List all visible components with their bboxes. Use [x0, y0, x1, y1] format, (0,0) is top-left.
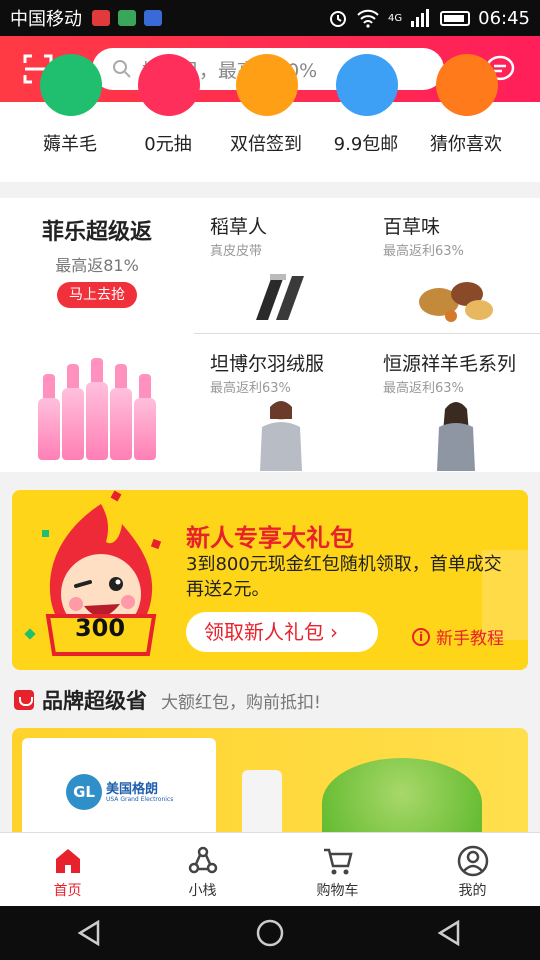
- entry-label: 薅羊毛: [43, 134, 97, 155]
- back-triangle-icon: [437, 919, 460, 947]
- brand-promo-card[interactable]: GL 美国格朗 USA Grand Electronics: [12, 728, 528, 834]
- section-header: 品牌超级省 大额红包，购前抵扣!: [0, 680, 540, 720]
- brand-cell-title: 稻草人: [210, 216, 268, 238]
- system-nav-bar: [0, 906, 540, 960]
- entry-icon: [40, 54, 102, 116]
- home-icon: [55, 849, 80, 873]
- brand-cell-subtitle: 最高返利63%: [383, 244, 464, 259]
- clock: 06:45: [478, 7, 530, 29]
- brand-cell[interactable]: 坦博尔羽绒服 最高返利63%: [194, 335, 367, 472]
- brand-cell[interactable]: 恒源祥羊毛系列 最高返利63%: [367, 335, 540, 472]
- info-icon: i: [412, 627, 430, 646]
- bottom-tab-bar: 首页 小栈 购物车 我的: [0, 832, 540, 906]
- battery-icon: [440, 10, 471, 26]
- share-nodes-icon: [188, 846, 217, 874]
- tab-label: 购物车: [316, 883, 359, 899]
- entry-icon: [436, 54, 498, 116]
- quick-entry-item[interactable]: 猜你喜欢: [416, 54, 516, 182]
- signal-icon: [411, 9, 430, 27]
- section-subtitle: 大额红包，购前抵扣!: [161, 692, 321, 713]
- claim-gift-label: 领取新人礼包: [204, 620, 324, 644]
- brand-cell-title: 坦博尔羽绒服: [210, 353, 325, 375]
- brand-name-en: USA Grand Electronics: [106, 796, 174, 803]
- belt-product-image: [256, 274, 304, 320]
- entry-icon: [336, 54, 398, 116]
- status-bar: 中国移动 4G 06:45: [0, 0, 540, 36]
- user-icon: [457, 845, 488, 877]
- quick-entry-item[interactable]: 0元抽: [118, 54, 218, 182]
- brand-cell[interactable]: 百草味 最高返利63%: [367, 198, 540, 335]
- quick-entry-item[interactable]: 9.9包邮: [316, 54, 416, 182]
- brand-name: 美国格朗: [106, 782, 159, 797]
- tutorial-link[interactable]: i 新手教程: [412, 624, 504, 649]
- tab-profile[interactable]: 我的: [405, 833, 540, 906]
- quick-entry-row: 薅羊毛 0元抽 双倍签到 9.9包邮 猜你喜欢: [0, 54, 540, 182]
- trimmer-product-image: [242, 770, 282, 834]
- carrier-name: 中国移动: [10, 9, 82, 30]
- grab-now-button[interactable]: 马上去抢: [57, 282, 137, 308]
- cart-icon: [323, 848, 353, 875]
- tab-cart[interactable]: 购物车: [270, 833, 405, 906]
- brand-cell-title: 恒源祥羊毛系列: [383, 353, 517, 375]
- quick-entry-item[interactable]: 薅羊毛: [20, 54, 120, 182]
- tutorial-label: 新手教程: [436, 629, 504, 649]
- banner-title: 新人专享大礼包: [186, 524, 354, 552]
- chevron-right-icon: ›: [330, 620, 338, 644]
- down-jacket-model-image: [260, 401, 302, 471]
- wifi-icon: [357, 9, 379, 28]
- search-icon: [113, 60, 131, 78]
- featured-brand-card[interactable]: 菲乐超级返 最高返81% 马上去抢: [0, 198, 194, 472]
- brand-logo: GL: [66, 774, 102, 810]
- brand-cell[interactable]: 稻草人 真皮皮带: [194, 198, 367, 335]
- home-button[interactable]: [240, 913, 300, 953]
- tab-store[interactable]: 小栈: [135, 833, 270, 906]
- alarm-icon: [330, 11, 346, 27]
- tab-label: 我的: [458, 883, 487, 899]
- gift-amount-badge: 300: [74, 614, 126, 642]
- section-title: 品牌超级省: [42, 689, 147, 713]
- notification-app-icon: [92, 10, 110, 26]
- featured-brand-subtitle: 最高返81%: [55, 256, 139, 275]
- brand-cell-title: 百草味: [383, 216, 441, 238]
- red-envelope-icon: [14, 690, 34, 710]
- brand-grid: 菲乐超级返 最高返81% 马上去抢 稻草人 真皮皮带 百草味 最高返利63% 坦…: [0, 198, 540, 472]
- recents-button[interactable]: [420, 913, 480, 953]
- back-triangle-icon: [77, 919, 100, 947]
- banner-description: 3到800元现金红包随机领取，首单成交再送2元。: [186, 554, 502, 600]
- brand-logo-card: GL 美国格朗 USA Grand Electronics: [22, 738, 216, 834]
- entry-icon: [138, 54, 200, 116]
- product-image: [34, 328, 164, 460]
- brand-cell-subtitle: 真皮皮带: [210, 244, 263, 259]
- notification-app-icon: [144, 10, 162, 26]
- notification-app-icon: [118, 10, 136, 26]
- home-circle-icon: [256, 919, 284, 947]
- tab-home[interactable]: 首页: [0, 833, 135, 906]
- claim-gift-button[interactable]: 领取新人礼包 ›: [186, 612, 378, 652]
- brand-cell-subtitle: 最高返利63%: [383, 381, 464, 396]
- bottle-rack-product-image: [322, 758, 482, 834]
- brand-cell-subtitle: 最高返利63%: [210, 381, 291, 396]
- entry-label: 9.9包邮: [333, 134, 399, 155]
- featured-brand-title: 菲乐超级返: [41, 220, 152, 245]
- back-button[interactable]: [60, 913, 120, 953]
- new-user-gift-banner[interactable]: 300 新人专享大礼包 3到800元现金红包随机领取，首单成交再送2元。 领取新…: [12, 490, 528, 670]
- entry-icon: [236, 54, 298, 116]
- entry-label: 双倍签到: [230, 134, 302, 155]
- network-type: 4G: [388, 12, 403, 24]
- tab-label: 首页: [53, 883, 82, 899]
- entry-label: 猜你喜欢: [430, 134, 502, 155]
- tab-label: 小栈: [188, 883, 217, 899]
- snack-product-image: [419, 282, 493, 322]
- wool-sweater-model-image: [437, 402, 475, 471]
- entry-label: 0元抽: [144, 134, 192, 155]
- quick-entry-item[interactable]: 双倍签到: [216, 54, 316, 182]
